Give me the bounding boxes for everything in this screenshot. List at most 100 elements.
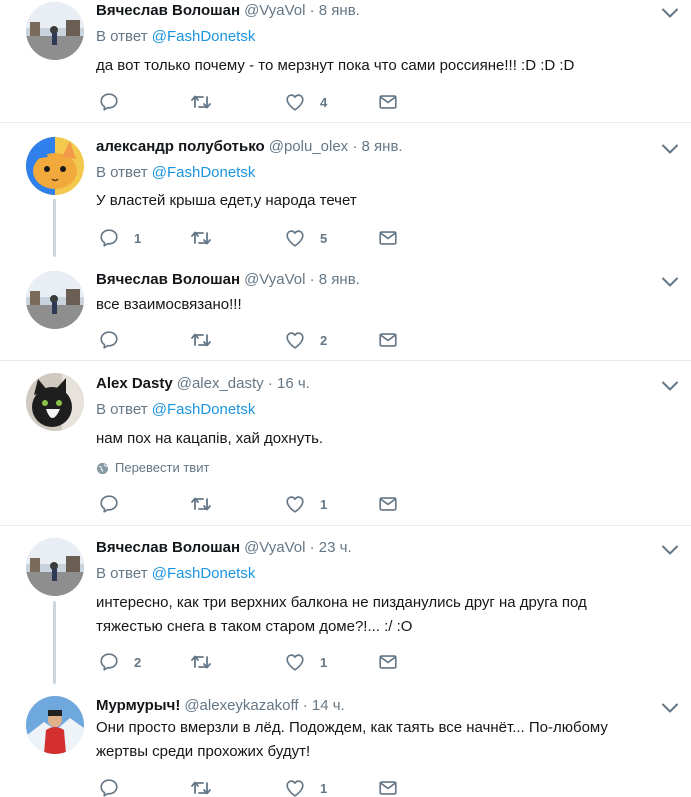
- dm-icon: [377, 493, 399, 515]
- reply-button[interactable]: [98, 492, 134, 516]
- retweet-button[interactable]: [189, 226, 227, 250]
- like-button[interactable]: 1: [284, 776, 327, 797]
- like-button[interactable]: 1: [284, 492, 327, 516]
- tweet-header: александр полуботько @polu_olex · 8 янв.: [96, 137, 403, 157]
- avatar[interactable]: [26, 2, 84, 60]
- dm-icon: [377, 651, 399, 673]
- like-button[interactable]: 5: [284, 226, 327, 250]
- reply-prefix: В ответ: [96, 28, 148, 45]
- reply-icon: [98, 227, 120, 249]
- dm-icon: [377, 777, 399, 797]
- tweet-text: У властей крыша едет,у народа течет: [96, 192, 357, 209]
- tweet-2[interactable]: Вячеслав Волошан @VyaVol · 8 янв. все вза…: [0, 257, 691, 360]
- tweet-4[interactable]: Вячеслав Волошан @VyaVol · 23 ч. В ответ …: [0, 526, 691, 684]
- avatar[interactable]: [26, 696, 84, 754]
- dm-button[interactable]: [377, 90, 399, 114]
- thread-line: [53, 199, 56, 257]
- reply-context: В ответ @FashDonetsk: [96, 27, 255, 47]
- avatar[interactable]: [26, 373, 84, 431]
- action-bar: 1: [98, 776, 418, 797]
- like-button[interactable]: 4: [284, 90, 327, 114]
- separator-dot: ·: [309, 539, 315, 556]
- author-handle[interactable]: @VyaVol: [244, 2, 305, 19]
- reply-button[interactable]: 2: [98, 650, 141, 674]
- timestamp[interactable]: 8 янв.: [319, 271, 360, 288]
- reply-icon: [98, 91, 120, 113]
- dm-button[interactable]: [377, 328, 399, 352]
- avatar[interactable]: [26, 538, 84, 596]
- avatar[interactable]: [26, 271, 84, 329]
- dm-button[interactable]: [377, 492, 399, 516]
- reply-button[interactable]: [98, 90, 134, 114]
- author-handle[interactable]: @alexeykazakoff: [184, 697, 298, 714]
- like-icon: [284, 777, 306, 797]
- author-handle[interactable]: @alex_dasty: [177, 375, 264, 392]
- author-name[interactable]: Вячеслав Волошан: [96, 2, 240, 19]
- like-count: 2: [320, 332, 328, 348]
- reply-mention-link[interactable]: @FashDonetsk: [152, 164, 256, 181]
- reply-prefix: В ответ: [96, 401, 148, 418]
- retweet-button[interactable]: [189, 650, 227, 674]
- action-bar: 2 1: [98, 650, 418, 674]
- author-handle[interactable]: @VyaVol: [244, 539, 305, 556]
- dm-button[interactable]: [377, 226, 399, 250]
- caret-down-icon[interactable]: [661, 275, 679, 289]
- action-bar: 4: [98, 90, 418, 114]
- translate-tweet-link[interactable]: Перевести твит: [96, 459, 209, 477]
- like-button[interactable]: 2: [284, 328, 327, 352]
- like-icon: [284, 329, 306, 351]
- like-icon: [284, 651, 306, 673]
- retweet-icon: [189, 226, 213, 250]
- retweet-icon: [189, 90, 213, 114]
- caret-down-icon[interactable]: [661, 142, 679, 156]
- author-name[interactable]: Вячеслав Волошан: [96, 271, 240, 288]
- separator-dot: ·: [309, 2, 315, 19]
- timestamp[interactable]: 14 ч.: [312, 697, 345, 714]
- reply-icon: [98, 493, 120, 515]
- like-icon: [284, 91, 306, 113]
- caret-down-icon[interactable]: [661, 543, 679, 557]
- reply-button[interactable]: [98, 328, 134, 352]
- avatar[interactable]: [26, 137, 84, 195]
- reply-prefix: В ответ: [96, 565, 148, 582]
- separator-dot: ·: [302, 697, 308, 714]
- reply-icon: [98, 777, 120, 797]
- tweet-5[interactable]: Мурмурыч! @alexeykazakoff · 14 ч. Они про…: [0, 684, 691, 797]
- timestamp[interactable]: 16 ч.: [277, 375, 310, 392]
- like-count: 1: [320, 496, 328, 512]
- reply-mention-link[interactable]: @FashDonetsk: [152, 28, 256, 45]
- tweet-header: Вячеслав Волошан @VyaVol · 23 ч.: [96, 538, 352, 558]
- separator-dot: ·: [309, 271, 315, 288]
- retweet-button[interactable]: [189, 776, 227, 797]
- like-count: 1: [320, 780, 328, 796]
- tweet-header: Мурмурыч! @alexeykazakoff · 14 ч.: [96, 696, 345, 716]
- dm-button[interactable]: [377, 776, 399, 797]
- tweet-0[interactable]: Вячеслав Волошан @VyaVol · 8 янв. В ответ…: [0, 0, 691, 122]
- caret-down-icon[interactable]: [661, 6, 679, 20]
- author-handle[interactable]: @VyaVol: [244, 271, 305, 288]
- reply-button[interactable]: 1: [98, 226, 141, 250]
- author-name[interactable]: александр полуботько: [96, 138, 265, 155]
- dm-button[interactable]: [377, 650, 399, 674]
- caret-down-icon[interactable]: [661, 701, 679, 715]
- timestamp[interactable]: 8 янв.: [362, 138, 403, 155]
- author-name[interactable]: Вячеслав Волошан: [96, 539, 240, 556]
- timestamp[interactable]: 23 ч.: [319, 539, 352, 556]
- tweet-1[interactable]: александр полуботько @polu_olex · 8 янв. …: [0, 123, 691, 257]
- caret-down-icon[interactable]: [661, 379, 679, 393]
- reply-mention-link[interactable]: @FashDonetsk: [152, 565, 256, 582]
- author-handle[interactable]: @polu_olex: [269, 138, 348, 155]
- author-name[interactable]: Мурмурыч!: [96, 697, 180, 714]
- retweet-icon: [189, 650, 213, 674]
- author-name[interactable]: Alex Dasty: [96, 375, 173, 392]
- dm-icon: [377, 91, 399, 113]
- tweet-3[interactable]: Alex Dasty @alex_dasty · 16 ч. В ответ @F…: [0, 361, 691, 525]
- reply-button[interactable]: [98, 776, 134, 797]
- reply-mention-link[interactable]: @FashDonetsk: [152, 401, 256, 418]
- tweet-header: Alex Dasty @alex_dasty · 16 ч.: [96, 374, 310, 394]
- retweet-button[interactable]: [189, 492, 227, 516]
- retweet-button[interactable]: [189, 328, 227, 352]
- timestamp[interactable]: 8 янв.: [319, 2, 360, 19]
- retweet-button[interactable]: [189, 90, 227, 114]
- like-button[interactable]: 1: [284, 650, 327, 674]
